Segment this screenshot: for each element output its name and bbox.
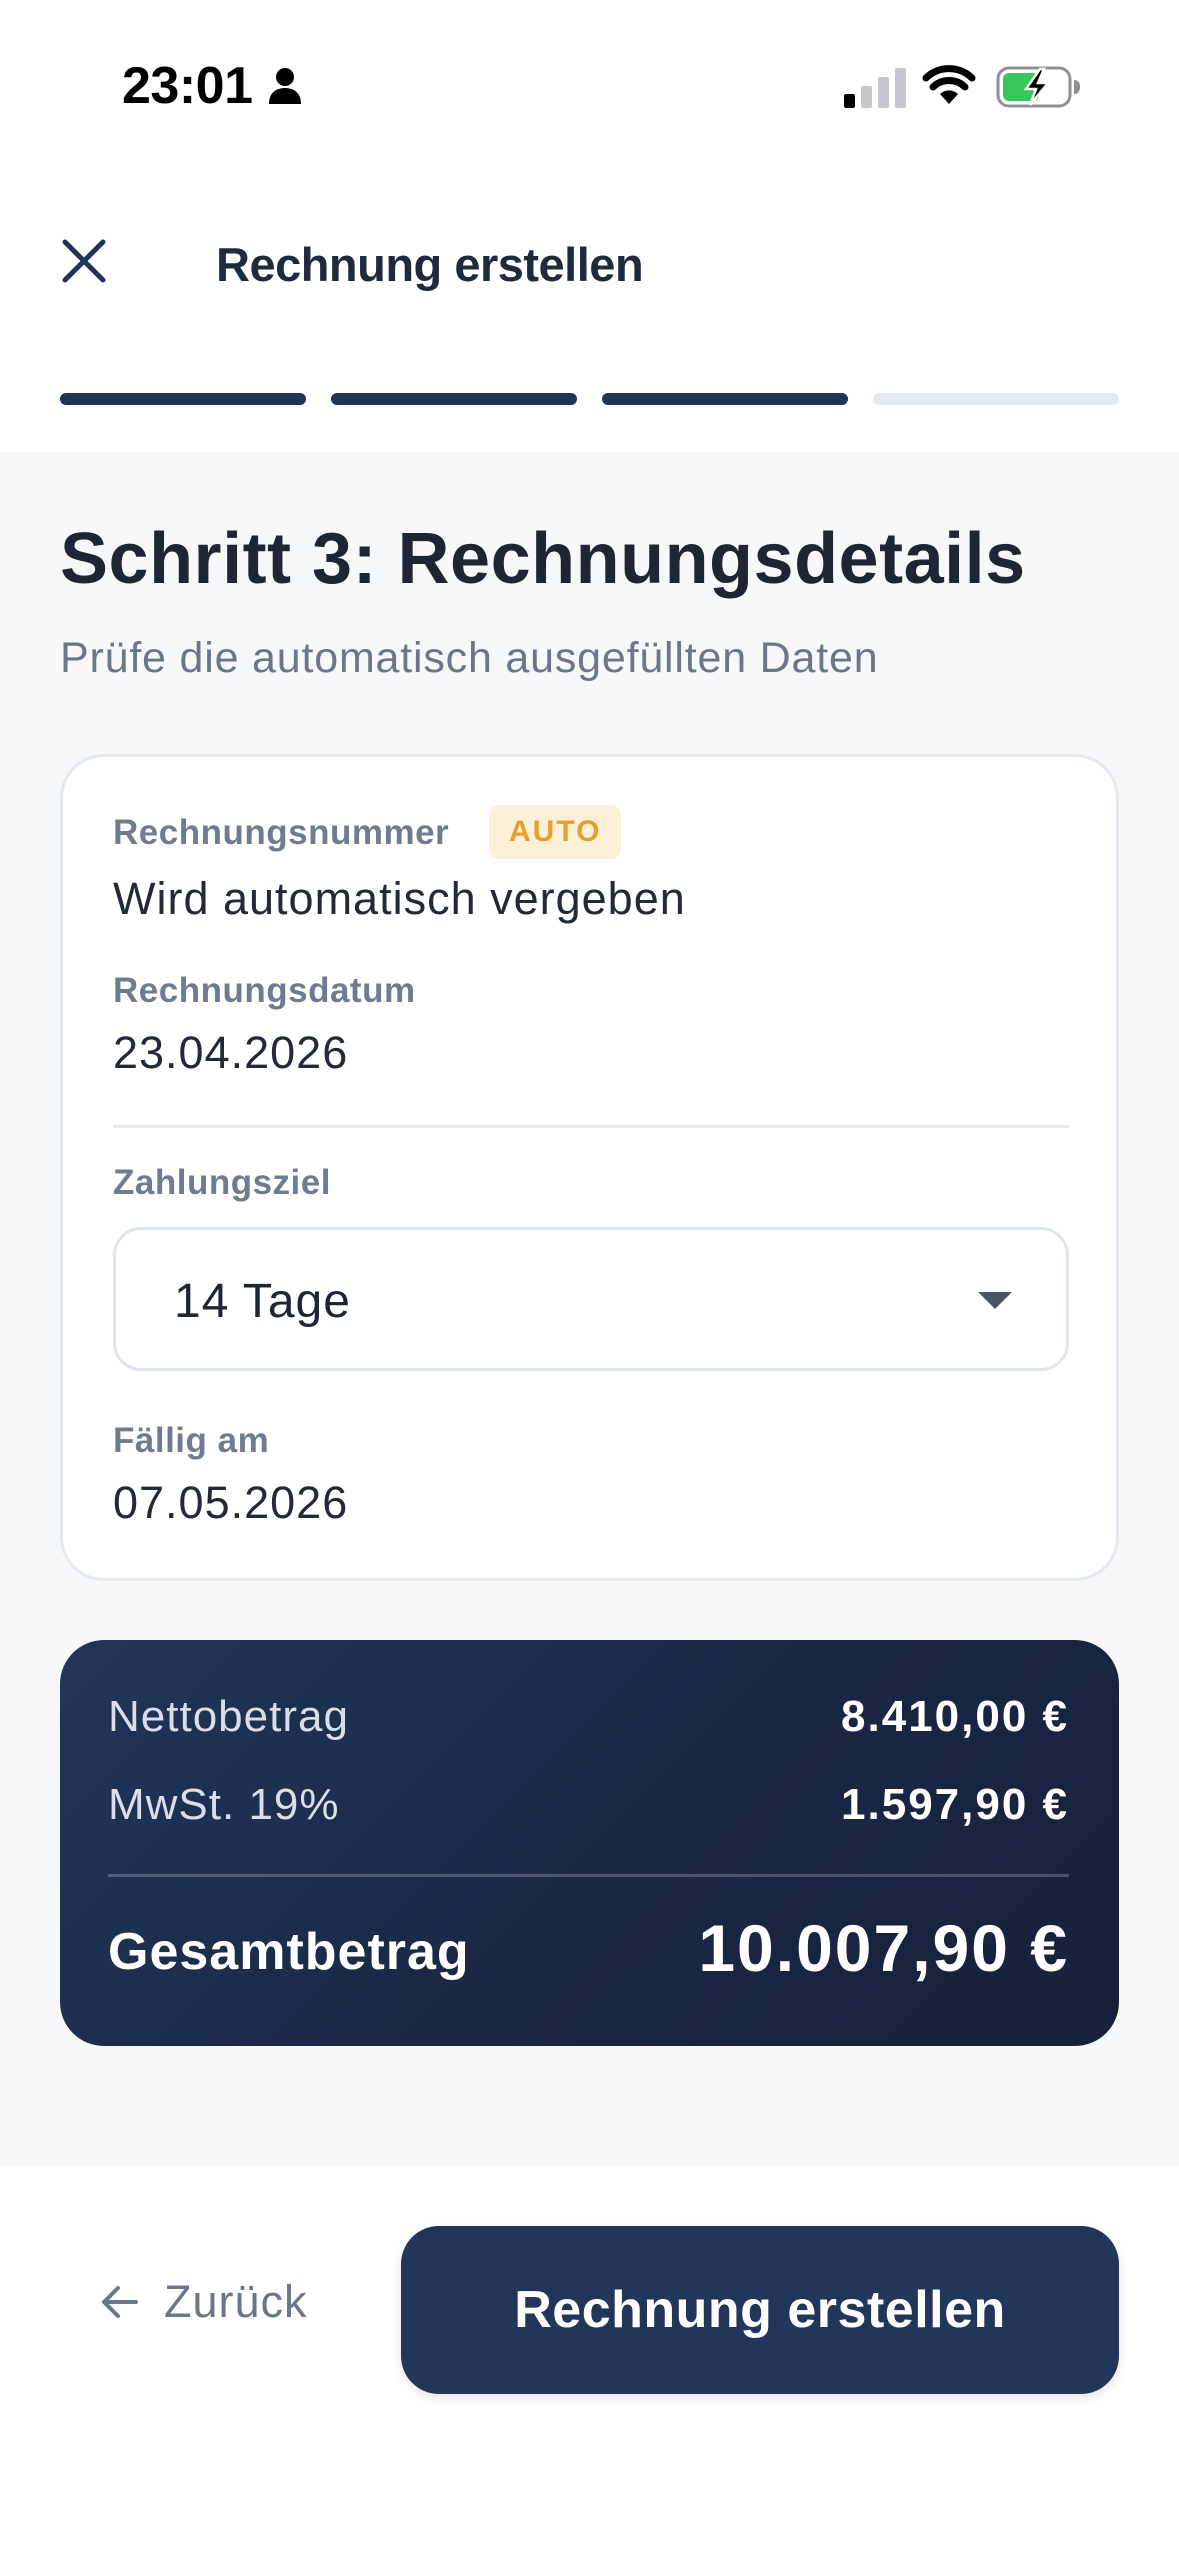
step-subtitle: Prüfe die automatisch ausgefüllten Daten (60, 634, 879, 682)
invoice-number-label: Rechnungsnummer (113, 813, 450, 852)
due-date-label: Fällig am (113, 1421, 270, 1460)
vat-label: MwSt. 19% (108, 1780, 340, 1829)
main-content: Schritt 3: Rechnungsdetails Prüfe die au… (0, 452, 1179, 2166)
net-amount-value: 8.410,00 € (841, 1692, 1069, 1741)
amount-summary-card: Nettobetrag 8.410,00 € MwSt. 19% 1.597,9… (60, 1640, 1119, 2046)
total-amount-value: 10.007,90 € (698, 1911, 1069, 1985)
back-button[interactable]: Zurück (100, 2262, 308, 2342)
step-title: Schritt 3: Rechnungsdetails (60, 519, 1026, 599)
invoice-number-value: Wird automatisch vergeben (113, 873, 686, 924)
arrow-left-icon (102, 2286, 138, 2318)
status-time: 23:01 (122, 57, 253, 115)
progress-step-2 (331, 393, 577, 405)
progress-step-4 (873, 393, 1119, 405)
person-icon (269, 68, 301, 104)
page-title: Rechnung erstellen (216, 238, 644, 291)
step-progress-bar (60, 393, 1119, 405)
header: Rechnung erstellen (0, 175, 1179, 452)
auto-badge: AUTO (489, 805, 622, 859)
battery-charging-icon (996, 66, 1080, 108)
payment-terms-select[interactable]: 14 Tage (113, 1227, 1069, 1371)
invoice-date-value: 23.04.2026 (113, 1027, 349, 1078)
payment-terms-value: 14 Tage (174, 1275, 351, 1328)
progress-step-1 (60, 393, 306, 405)
signal-icon (844, 68, 906, 108)
status-bar: 23:01 (0, 0, 1179, 175)
progress-step-3 (602, 393, 848, 405)
invoice-date-label: Rechnungsdatum (113, 971, 416, 1010)
create-invoice-button[interactable]: Rechnung erstellen (401, 2226, 1119, 2394)
total-amount-label: Gesamtbetrag (108, 1923, 470, 1981)
chevron-down-icon (978, 1292, 1012, 1309)
vat-value: 1.597,90 € (841, 1780, 1069, 1829)
close-icon (62, 239, 106, 283)
net-amount-label: Nettobetrag (108, 1692, 349, 1741)
close-button[interactable] (54, 231, 114, 291)
back-button-label: Zurück (164, 2276, 308, 2327)
due-date-value: 07.05.2026 (113, 1477, 349, 1528)
summary-divider (108, 1874, 1069, 1877)
card-divider (113, 1125, 1069, 1128)
footer-actions: Zurück Rechnung erstellen (0, 2166, 1179, 2556)
wifi-icon (922, 65, 976, 104)
payment-terms-label: Zahlungsziel (113, 1163, 331, 1202)
invoice-details-card: Rechnungsnummer AUTO Wird automatisch ve… (60, 754, 1119, 1581)
